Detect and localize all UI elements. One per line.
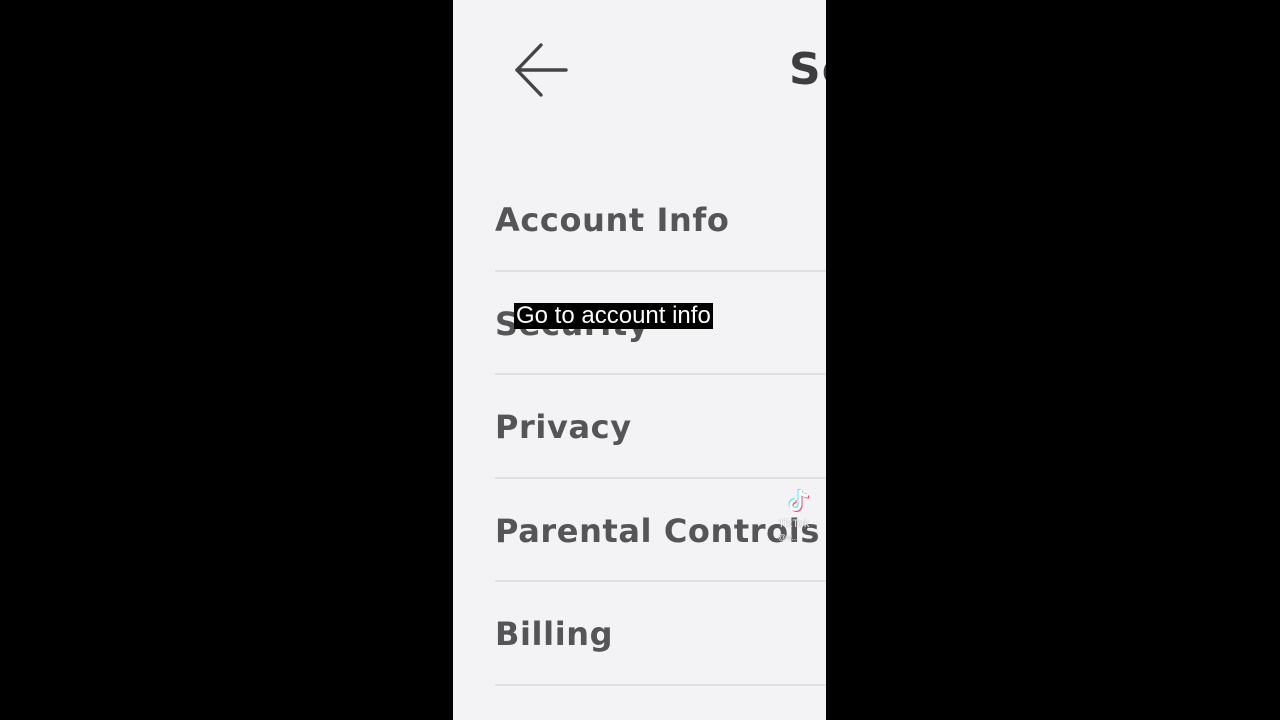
screen-clip: Se Account Info Security Privacy Parenta… [453, 0, 826, 720]
settings-item-privacy[interactable]: Privacy [495, 375, 826, 479]
settings-item-account-info[interactable]: Account Info [495, 168, 826, 272]
settings-item-label: Privacy [495, 408, 632, 446]
video-caption: Go to account info [514, 302, 713, 329]
watermark-brand: TikTok [778, 518, 810, 530]
watermark-handle: @w... [778, 533, 799, 542]
settings-item-billing[interactable]: Billing [495, 582, 826, 686]
tiktok-watermark: TikTok @w... [776, 486, 824, 548]
tiktok-logo-icon [788, 488, 810, 512]
settings-item-label: Billing [495, 615, 614, 653]
video-frame: Se Account Info Security Privacy Parenta… [0, 0, 1280, 720]
settings-item-label: Parental Controls [495, 511, 820, 550]
page-title: Se [789, 44, 826, 95]
settings-item-label: Account Info [495, 201, 730, 239]
settings-list: Account Info Security Privacy Parental C… [495, 168, 826, 686]
